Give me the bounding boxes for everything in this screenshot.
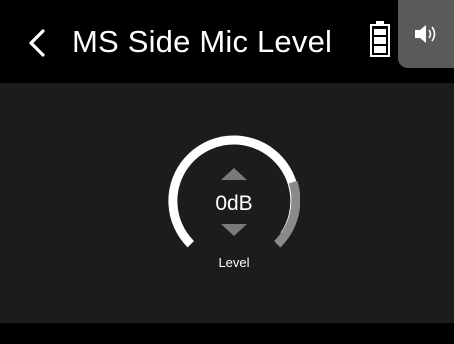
speaker-button[interactable]	[398, 0, 454, 68]
footer-bar	[0, 323, 454, 344]
title-bar: MS Side Mic Level	[0, 0, 454, 83]
battery-icon	[370, 21, 390, 57]
level-label: Level	[218, 255, 250, 270]
page-title: MS Side Mic Level	[72, 24, 333, 59]
speaker-icon	[415, 25, 436, 43]
level-value: 0dB	[215, 192, 253, 215]
chevron-left-icon	[29, 29, 45, 57]
back-button[interactable]	[22, 22, 52, 64]
level-panel: 0dB Level	[0, 83, 454, 323]
down-triangle-icon[interactable]	[220, 223, 248, 237]
up-triangle-icon[interactable]	[220, 167, 248, 181]
